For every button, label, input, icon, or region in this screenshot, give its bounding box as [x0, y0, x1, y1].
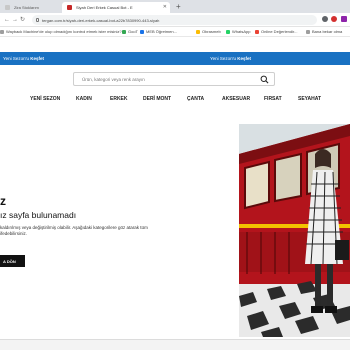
back-home-button[interactable]: A DÖN [0, 255, 25, 267]
nav-item-canta[interactable]: ÇANTA [187, 96, 204, 102]
reload-icon[interactable]: ↻ [20, 16, 25, 24]
page-top-spacer [0, 37, 350, 52]
category-nav: YENİ SEZON KADIN ERKEK DERİ MONT ÇANTA A… [0, 93, 350, 105]
forward-icon[interactable]: → [12, 16, 18, 24]
tab-label: Zira Stoklarım [14, 5, 39, 10]
tab-active[interactable]: Siyah Deri Erkek Casual Bot - E ✕ [62, 2, 170, 13]
nav-item-yeni-sezon[interactable]: YENİ SEZON [30, 96, 60, 102]
search-input[interactable]: Ürün, kategori veya renk arayın [73, 72, 275, 86]
bottom-bar [0, 339, 350, 350]
bookmark-icon [0, 29, 4, 34]
nav-item-firsat[interactable]: FIRSAT [264, 96, 282, 102]
bookmark-icon [306, 29, 310, 34]
tab-label: Siyah Deri Erkek Casual Bot - E [76, 5, 133, 10]
bookmark-item[interactable]: GooT [122, 29, 138, 34]
tab-favicon [67, 5, 72, 10]
bookmark-icon [196, 29, 200, 34]
error-description: kaldırılmış veya değiştirilmiş olabilir.… [0, 225, 148, 236]
not-found-section: z ız sayfa bulunamadı kaldırılmış veya d… [0, 124, 240, 339]
address-bar: ← → ↻ tergan.com.tr/siyah-deri-erkek-cas… [0, 13, 350, 27]
bookmark-item[interactable]: MEB Öğretmen... [140, 29, 177, 34]
profile-icon[interactable] [341, 16, 347, 22]
promo-link-right[interactable]: Yeni Sezon'u Keşfet [210, 56, 251, 61]
error-title: ız sayfa bulunamadı [0, 210, 77, 220]
nav-item-aksesuar[interactable]: AKSESUAR [222, 96, 250, 102]
close-icon[interactable]: ✕ [163, 4, 167, 10]
back-icon[interactable]: ← [4, 16, 10, 24]
notification-icon[interactable] [331, 16, 337, 22]
bookmark-item[interactable]: WhatsApp [226, 29, 250, 34]
url-text: tergan.com.tr/siyah-deri-erkek-casual-bo… [42, 17, 160, 23]
bookmark-icon [140, 29, 144, 34]
url-input[interactable]: tergan.com.tr/siyah-deri-erkek-casual-bo… [32, 15, 317, 25]
extension-icon[interactable] [322, 16, 328, 22]
tab-favicon [5, 5, 10, 10]
bookmark-item[interactable]: Wayback Machine'de olup olmadığını kontr… [0, 29, 122, 34]
promo-link-left[interactable]: Yeni Sezon'u Keşfet [3, 56, 44, 61]
bookmark-icon [122, 29, 126, 34]
bookmark-item[interactable]: Bana bekar olma [306, 29, 342, 34]
browser-tabstrip: Zira Stoklarım Siyah Deri Erkek Casual B… [0, 0, 350, 13]
nav-item-erkek[interactable]: ERKEK [110, 96, 128, 102]
tram-photo-illustration [239, 124, 350, 337]
search-placeholder: Ürün, kategori veya renk arayın [82, 77, 145, 82]
nav-item-kadin[interactable]: KADIN [76, 96, 92, 102]
nav-item-deri-mont[interactable]: DERİ MONT [143, 96, 171, 102]
promo-bar: Yeni Sezon'u Keşfet Yeni Sezon'u Keşfet [0, 52, 350, 65]
new-tab-button[interactable]: + [176, 2, 181, 12]
bookmark-icon [226, 29, 230, 34]
bookmark-item[interactable]: Obrasmeb [196, 29, 221, 34]
search-icon[interactable] [260, 75, 269, 84]
lock-icon [36, 18, 39, 22]
bookmarks-bar: Wayback Machine'de olup olmadığını kontr… [0, 27, 350, 37]
tab-inactive[interactable]: Zira Stoklarım [0, 2, 60, 13]
nav-item-seyahat[interactable]: SEYAHAT [298, 96, 321, 102]
bookmark-item[interactable]: Online Değerlendir... [255, 29, 297, 34]
hero-image [239, 124, 350, 337]
bookmark-icon [255, 29, 259, 34]
error-heading: z [0, 194, 6, 208]
